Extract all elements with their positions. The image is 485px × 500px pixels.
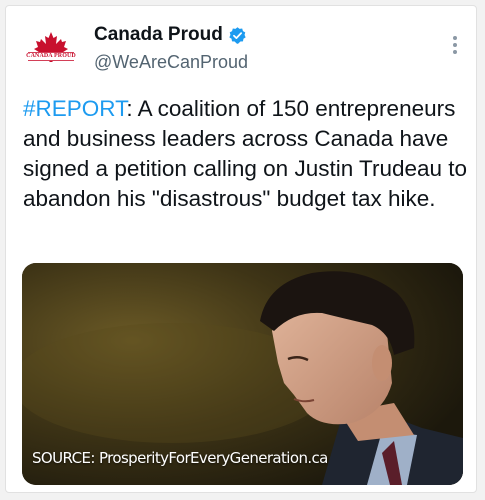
name-row: Canada Proud	[94, 24, 247, 46]
hashtag-link[interactable]: #REPORT	[23, 96, 126, 121]
tweet-image[interactable]: SOURCE: ProsperityForEveryGeneration.ca	[22, 263, 463, 485]
handle[interactable]: @WeAreCanProud	[94, 52, 248, 73]
image-source-caption: SOURCE: ProsperityForEveryGeneration.ca	[32, 449, 328, 467]
avatar-logo-text: CANADA PROUD	[26, 53, 76, 59]
avatar[interactable]: CANADA PROUD	[24, 26, 78, 80]
tweet-text: #REPORT: A coalition of 150 entrepreneur…	[23, 94, 468, 214]
verified-badge-icon	[229, 26, 246, 44]
display-name[interactable]: Canada Proud	[94, 24, 223, 46]
more-options-icon[interactable]	[452, 36, 458, 56]
tweet-card[interactable]: CANADA PROUD Canada Proud @WeAreCanProud…	[5, 5, 477, 493]
